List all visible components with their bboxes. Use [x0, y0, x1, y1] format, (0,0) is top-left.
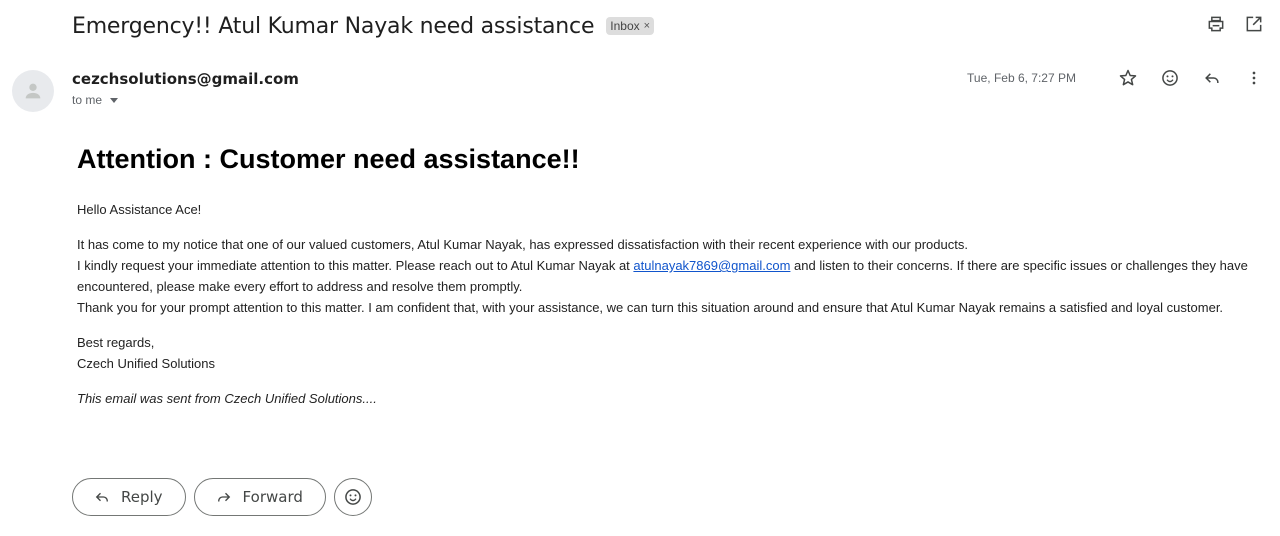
- customer-email-link[interactable]: atulnayak7869@gmail.com: [633, 258, 790, 273]
- email-date: Tue, Feb 6, 7:27 PM: [967, 71, 1076, 85]
- paragraph-line-1: It has come to my notice that one of our…: [77, 237, 968, 252]
- emoji-reaction-icon[interactable]: [1160, 68, 1180, 88]
- greeting: Hello Assistance Ace!: [77, 202, 202, 217]
- forward-icon: [217, 492, 230, 502]
- chevron-down-icon: [110, 97, 119, 103]
- remove-label-button[interactable]: ×: [644, 20, 650, 32]
- paragraph-line-2: I kindly request your immediate attentio…: [77, 255, 1267, 297]
- subject-row: Emergency!! Atul Kumar Nayak need assist…: [72, 10, 655, 42]
- email-footer: This email was sent from Czech Unified S…: [77, 391, 377, 406]
- sender-avatar[interactable]: [12, 70, 54, 112]
- reply-button[interactable]: Reply: [72, 478, 186, 516]
- top-actions: [1206, 14, 1264, 34]
- emoji-reaction-button[interactable]: [333, 478, 372, 516]
- print-icon[interactable]: [1206, 14, 1226, 34]
- person-avatar-icon: [25, 83, 41, 99]
- paragraph-line-3: Thank you for your prompt attention to t…: [77, 300, 1224, 315]
- recipient-text: to me: [72, 93, 103, 107]
- signoff: Best regards,: [77, 335, 155, 350]
- forward-label: Forward: [242, 488, 303, 506]
- paragraph-line-2-start: I kindly request your immediate attentio…: [77, 258, 634, 273]
- label-text: Inbox: [610, 19, 640, 33]
- more-vertical-icon[interactable]: [1244, 68, 1264, 88]
- emoji-reaction-icon: [345, 489, 361, 505]
- bottom-actions: Reply Forward: [72, 478, 372, 516]
- email-body: Attention : Customer need assistance!! H…: [77, 144, 1267, 409]
- recipient-details-toggle[interactable]: to me: [72, 93, 119, 107]
- reply-icon[interactable]: [1202, 68, 1222, 88]
- star-icon[interactable]: [1118, 68, 1138, 88]
- message-actions: Tue, Feb 6, 7:27 PM: [967, 68, 1264, 88]
- email-headline: Attention : Customer need assistance!!: [77, 144, 580, 174]
- signature: Czech Unified Solutions: [77, 356, 216, 371]
- email-subject: Emergency!! Atul Kumar Nayak need assist…: [72, 13, 595, 39]
- forward-button[interactable]: Forward: [193, 478, 326, 516]
- reply-label: Reply: [121, 488, 163, 506]
- open-in-new-window-icon[interactable]: [1244, 14, 1264, 34]
- reply-icon: [95, 492, 108, 502]
- sender-email[interactable]: cezchsolutions@gmail.com: [72, 70, 299, 88]
- inbox-label-chip[interactable]: Inbox ×: [606, 17, 655, 35]
